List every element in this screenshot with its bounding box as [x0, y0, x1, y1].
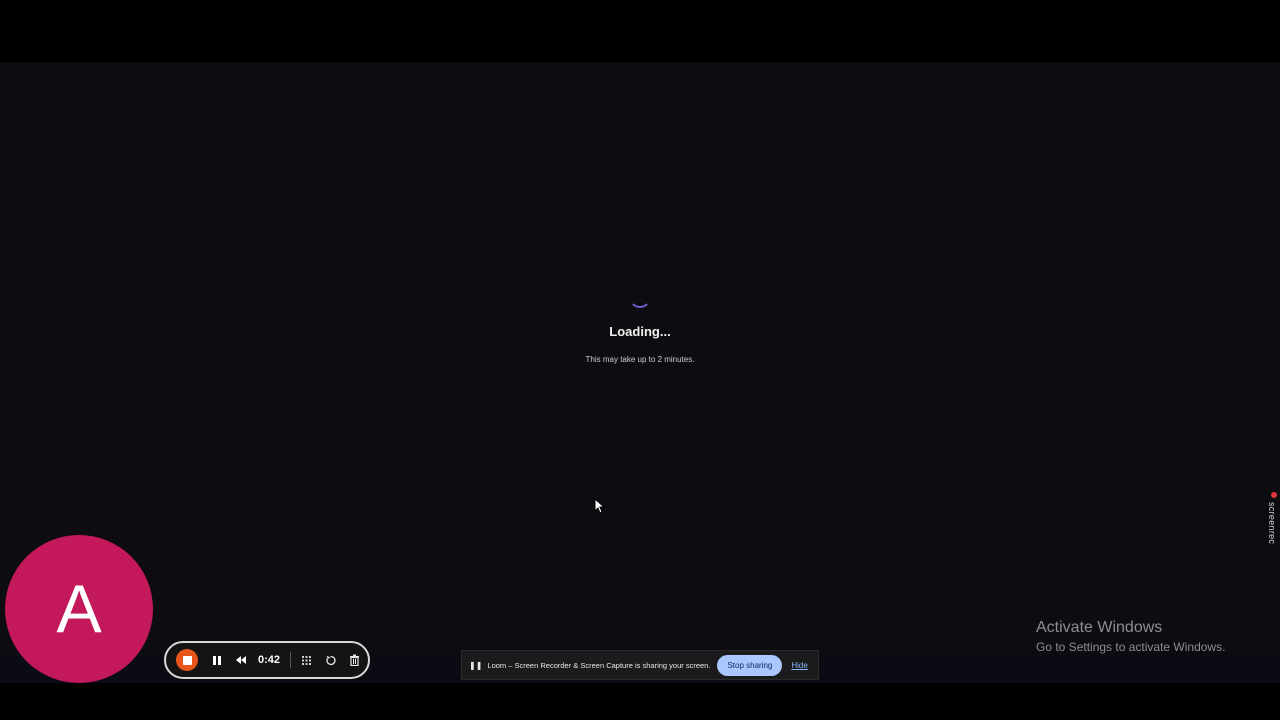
stop-icon	[182, 655, 192, 665]
restart-icon	[325, 655, 336, 665]
mouse-cursor-icon	[594, 498, 604, 514]
delete-button[interactable]	[343, 649, 365, 671]
recording-controls: 0:42	[164, 641, 370, 679]
stop-recording-button[interactable]	[176, 649, 198, 671]
hide-link[interactable]: Hide	[791, 661, 807, 670]
app-screen	[0, 62, 1280, 683]
drag-handle-icon[interactable]: ❚❚	[469, 661, 482, 670]
trash-icon	[349, 654, 359, 666]
screenrec-label: screenrec	[1267, 502, 1277, 545]
activate-title: Activate Windows	[1036, 619, 1163, 636]
share-message: Loom – Screen Recorder & Screen Capture …	[487, 660, 711, 670]
record-dot-icon	[1271, 492, 1277, 498]
avatar: A	[5, 535, 153, 683]
activate-windows-watermark: Activate Windows Go to Settings to activ…	[1036, 619, 1225, 654]
loading-title: Loading...	[609, 324, 671, 339]
screen-share-notification: ❚❚ Loom – Screen Recorder & Screen Captu…	[461, 650, 819, 680]
recording-time: 0:42	[258, 654, 281, 666]
screenrec-tab[interactable]: screenrec	[1267, 492, 1280, 552]
loading-panel: Loading... This may take up to 2 minutes…	[0, 290, 1280, 364]
loading-subtitle: This may take up to 2 minutes.	[585, 355, 695, 364]
rewind-icon	[236, 656, 246, 664]
grid-icon	[301, 655, 311, 665]
restart-button[interactable]	[319, 649, 341, 671]
divider	[290, 652, 292, 668]
pause-icon	[213, 655, 221, 665]
activate-subtitle: Go to Settings to activate Windows.	[1036, 640, 1226, 654]
grid-button[interactable]	[295, 649, 317, 671]
spinner-icon	[629, 286, 651, 308]
stop-sharing-button[interactable]: Stop sharing	[717, 654, 783, 676]
pause-button[interactable]	[206, 649, 228, 671]
rewind-button[interactable]	[230, 649, 252, 671]
avatar-initial: A	[56, 571, 102, 647]
